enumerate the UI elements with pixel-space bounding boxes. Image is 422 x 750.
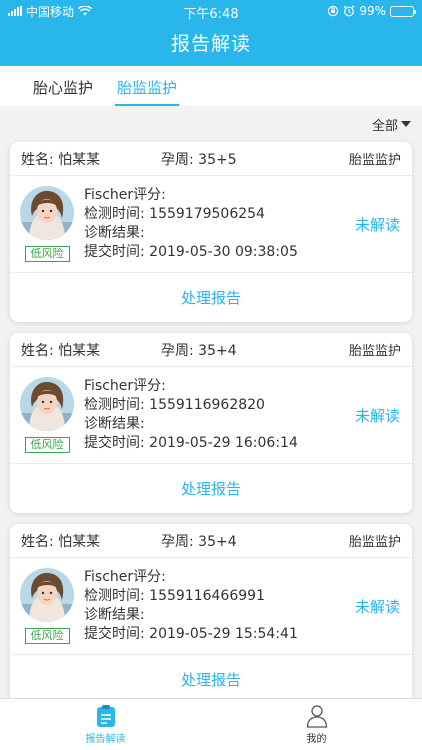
unread-status[interactable]: 未解读	[355, 405, 400, 426]
bottom-tab-bar: 报告解读 我的	[0, 698, 422, 750]
user-icon	[306, 705, 327, 728]
pregnancy-week: 孕周: 35+5	[161, 151, 237, 168]
submit-time-row: 提交时间: 2019-05-29 15:54:41	[84, 626, 298, 642]
tab-fetal-heart-monitoring[interactable]: 胎心监护	[33, 77, 93, 106]
patient-name: 姓名: 怕某某	[21, 342, 101, 359]
record-card: 姓名: 怕某某 孕周: 35+4 胎监监护 低风险 Fischer评分: 检测时…	[10, 333, 412, 513]
filter-dropdown[interactable]: 全部	[0, 106, 422, 142]
risk-badge: 低风险	[24, 437, 70, 453]
monitor-type: 胎监监护	[348, 344, 401, 359]
record-card: 姓名: 怕某某 孕周: 35+5 胎监监护 低风险 Fischer评分: 检测时…	[10, 142, 412, 322]
avatar	[20, 377, 74, 431]
risk-badge: 低风险	[24, 628, 70, 644]
unread-status[interactable]: 未解读	[355, 214, 400, 235]
card-body: 低风险 Fischer评分: 检测时间: 1559116466991 诊断结果:…	[10, 558, 412, 655]
avatar	[20, 568, 74, 622]
monitor-type: 胎监监护	[348, 153, 401, 168]
patient-name: 姓名: 怕某某	[21, 533, 101, 550]
battery-percent: 99%	[359, 4, 386, 18]
orientation-lock-icon	[328, 5, 339, 17]
process-report-button[interactable]: 处理报告	[10, 464, 412, 512]
tabbar-label: 我的	[306, 734, 327, 745]
tabbar-label: 报告解读	[85, 734, 126, 745]
wifi-icon	[78, 6, 93, 16]
unread-status[interactable]: 未解读	[355, 596, 400, 617]
tabbar-item-report[interactable]: 报告解读	[0, 699, 211, 750]
page-title: 报告解读	[170, 33, 251, 55]
process-report-button[interactable]: 处理报告	[10, 273, 412, 321]
monitor-type: 胎监监护	[348, 535, 401, 550]
card-body: 低风险 Fischer评分: 检测时间: 1559179506254 诊断结果:…	[10, 176, 412, 273]
status-bar: 中国移动 99% 下午6:48	[0, 0, 422, 22]
top-bar: 中国移动 99% 下午6:48 报告解读	[0, 0, 422, 66]
report-icon	[96, 705, 115, 727]
battery-icon	[390, 5, 416, 17]
card-body: 低风险 Fischer评分: 检测时间: 1559116962820 诊断结果:…	[10, 367, 412, 464]
score-row: Fischer评分:	[84, 378, 166, 394]
tab-fetal-monitoring[interactable]: 胎监监护	[115, 77, 180, 106]
record-list: 姓名: 怕某某 孕周: 35+5 胎监监护 低风险 Fischer评分: 检测时…	[0, 142, 422, 704]
record-card: 姓名: 怕某某 孕周: 35+4 胎监监护 低风险 Fischer评分: 检测时…	[10, 524, 412, 704]
score-row: Fischer评分:	[84, 187, 166, 203]
avatar	[20, 186, 74, 240]
pregnancy-week: 孕周: 35+4	[161, 533, 237, 550]
pregnancy-week: 孕周: 35+4	[161, 342, 237, 359]
signal-icon	[8, 6, 22, 16]
risk-badge: 低风险	[24, 246, 70, 262]
tab-bar: 胎心监护 胎监监护	[0, 66, 422, 106]
submit-time-row: 提交时间: 2019-05-30 09:38:05	[84, 244, 298, 260]
card-header: 姓名: 怕某某 孕周: 35+4 胎监监护	[10, 524, 412, 558]
filter-label: 全部	[371, 118, 398, 134]
card-header: 姓名: 怕某某 孕周: 35+4 胎监监护	[10, 333, 412, 367]
tabbar-item-mine[interactable]: 我的	[211, 699, 422, 750]
card-header: 姓名: 怕某某 孕周: 35+5 胎监监护	[10, 142, 412, 176]
alarm-icon	[343, 5, 355, 17]
patient-name: 姓名: 怕某某	[21, 151, 101, 168]
score-row: Fischer评分:	[84, 569, 166, 585]
caret-down-icon	[401, 121, 411, 127]
process-report-button[interactable]: 处理报告	[10, 655, 412, 703]
carrier-label: 中国移动	[26, 4, 75, 19]
submit-time-row: 提交时间: 2019-05-29 16:06:14	[84, 435, 298, 451]
